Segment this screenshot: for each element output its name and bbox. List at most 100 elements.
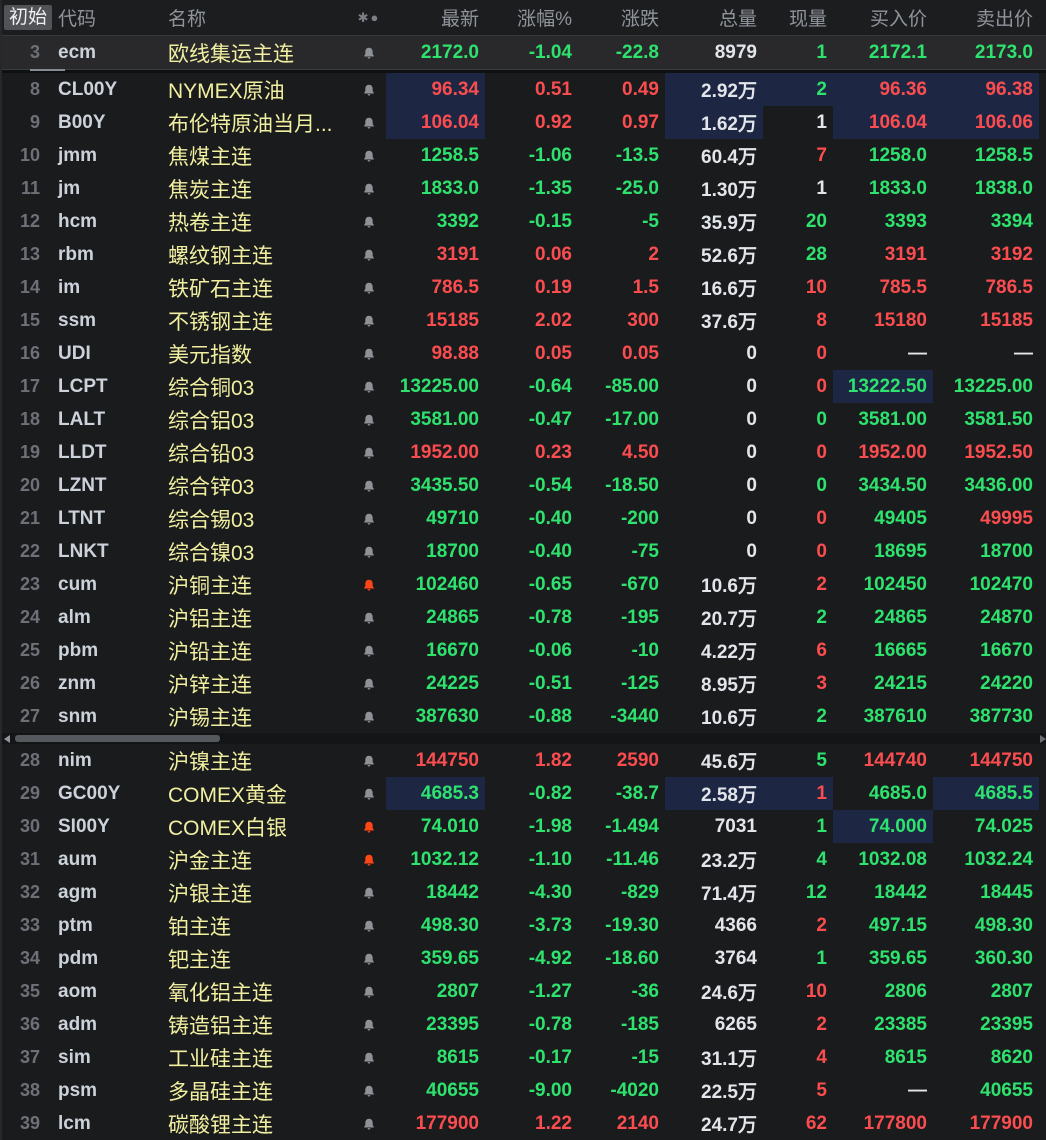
quote-row-pbm[interactable]: 25pbm沪铅主连16670-0.06-104.22万61666516670 — [2, 634, 1046, 667]
quote-row-jm[interactable]: 11jm焦炭主连1833.0-1.35-25.01.30万11833.01838… — [2, 172, 1046, 205]
alert-bell-icon[interactable] — [362, 1051, 376, 1065]
row-number: 32 — [2, 876, 46, 909]
quote-row-LNKT[interactable]: 22LNKT综合镍0318700-0.40-75001869518700 — [2, 535, 1046, 568]
column-header-current-volume[interactable]: 现量 — [763, 4, 833, 31]
ask-price: 24870 — [933, 601, 1039, 634]
quote-row-im[interactable]: 14im铁矿石主连786.50.191.516.6万10785.5786.5 — [2, 271, 1046, 304]
scroll-right-arrow-icon[interactable] — [1040, 735, 1046, 743]
quote-row-pdm[interactable]: 34pdm钯主连359.65-4.92-18.6037641359.65360.… — [2, 942, 1046, 975]
quote-row-ssm[interactable]: 15ssm不锈钢主连151852.0230037.6万81518015185 — [2, 304, 1046, 337]
quote-row-CL00Y[interactable]: 8CL00YNYMEX原油96.340.510.492.92万296.3696.… — [2, 73, 1046, 106]
quote-row-snm[interactable]: 27snm沪锡主连387630-0.88-344010.6万2387610387… — [2, 700, 1046, 733]
alert-bell-icon[interactable] — [362, 512, 376, 526]
alert-bell-icon[interactable] — [362, 83, 376, 97]
alert-bell-icon[interactable] — [362, 545, 376, 559]
alert-bell-icon[interactable] — [362, 215, 376, 229]
row-number: 18 — [2, 403, 46, 436]
quote-row-psm[interactable]: 38psm多晶硅主连40655-9.00-402022.5万5—40655 — [2, 1074, 1046, 1107]
quote-row-adm[interactable]: 36adm铸造铝主连23395-0.78-185626522338523395 — [2, 1008, 1046, 1041]
total-volume: 3764 — [665, 942, 763, 975]
quote-row-LCPT[interactable]: 17LCPT综合铜0313225.00-0.64-85.000013222.50… — [2, 370, 1046, 403]
column-header-code[interactable]: 代码 — [46, 4, 154, 31]
change-value: -11.46 — [578, 843, 665, 876]
quote-row-nim[interactable]: 28nim沪镍主连1447501.82259045.6万514474014475… — [2, 744, 1046, 777]
alert-bell-icon[interactable] — [362, 281, 376, 295]
quote-row-UDI[interactable]: 16UDI美元指数98.880.050.0500—— — [2, 337, 1046, 370]
alert-bell-icon[interactable] — [362, 853, 376, 867]
initial-sort-button[interactable]: 初始 — [4, 5, 52, 30]
change-value: -125 — [578, 667, 665, 700]
ask-price: 3581.50 — [933, 403, 1039, 436]
quote-row-znm[interactable]: 26znm沪锌主连24225-0.51-1258.95万32421524220 — [2, 667, 1046, 700]
alert-bell-icon[interactable] — [362, 677, 376, 691]
alert-bell-icon[interactable] — [362, 116, 376, 130]
quote-row-B00Y[interactable]: 9B00Y布伦特原油当月...106.040.920.971.62万1106.0… — [2, 106, 1046, 139]
last-price: 3581.00 — [386, 403, 485, 436]
alert-bell-icon[interactable] — [362, 754, 376, 768]
moon-icon: ● — [371, 10, 381, 25]
current-volume: 7 — [763, 139, 833, 172]
quote-row-sim[interactable]: 37sim工业硅主连8615-0.17-1531.1万486158620 — [2, 1041, 1046, 1074]
quote-row-cum[interactable]: 23cum沪铜主连102460-0.65-67010.6万21024501024… — [2, 568, 1046, 601]
alert-bell-icon[interactable] — [362, 1018, 376, 1032]
quote-row-SI00Y[interactable]: 30SI00YCOMEX白银74.010-1.98-1.4947031174.0… — [2, 810, 1046, 843]
current-volume: 1 — [763, 106, 833, 139]
quote-row-agm[interactable]: 32agm沪银主连18442-4.30-82971.4万121844218445 — [2, 876, 1046, 909]
column-header-last[interactable]: 最新 — [386, 4, 485, 31]
alert-bell-icon[interactable] — [362, 149, 376, 163]
quote-row-rbm[interactable]: 13rbm螺纹钢主连31910.06252.6万2831913192 — [2, 238, 1046, 271]
horizontal-scrollbar[interactable] — [2, 733, 1046, 744]
alert-bell-icon[interactable] — [362, 985, 376, 999]
alert-bell-icon[interactable] — [362, 578, 376, 592]
column-header-name[interactable]: 名称 — [154, 4, 352, 31]
quote-row-LZNT[interactable]: 20LZNT综合锌033435.50-0.54-18.50003434.5034… — [2, 469, 1046, 502]
alert-bell-icon[interactable] — [362, 1084, 376, 1098]
quote-row-LALT[interactable]: 18LALT综合铝033581.00-0.47-17.00003581.0035… — [2, 403, 1046, 436]
total-volume: 0 — [665, 337, 763, 370]
alert-bell-icon[interactable] — [362, 919, 376, 933]
quote-row-aum[interactable]: 31aum沪金主连1032.12-1.10-11.4623.2万41032.08… — [2, 843, 1046, 876]
alert-bell-icon[interactable] — [362, 479, 376, 493]
column-header-alert[interactable]: ✱● — [352, 10, 386, 26]
quote-row-LLDT[interactable]: 19LLDT综合铅031952.000.234.50001952.001952.… — [2, 436, 1046, 469]
alert-bell-icon[interactable] — [362, 886, 376, 900]
quote-row-jmm[interactable]: 10jmm焦煤主连1258.5-1.06-13.560.4万71258.0125… — [2, 139, 1046, 172]
total-volume: 0 — [665, 403, 763, 436]
alert-bell-icon[interactable] — [362, 248, 376, 262]
quote-row-LTNT[interactable]: 21LTNT综合锡0349710-0.40-200004940549995 — [2, 502, 1046, 535]
alert-bell-icon[interactable] — [362, 952, 376, 966]
alert-bell-icon[interactable] — [362, 380, 376, 394]
column-header-change-pct[interactable]: 涨幅% — [485, 4, 578, 31]
quote-row-alm[interactable]: 24alm沪铝主连24865-0.78-19520.7万22486524870 — [2, 601, 1046, 634]
alert-bell-icon[interactable] — [362, 347, 376, 361]
alert-bell-icon[interactable] — [362, 314, 376, 328]
alert-bell-icon[interactable] — [362, 820, 376, 834]
total-volume: 71.4万 — [665, 876, 763, 909]
column-header-bid[interactable]: 买入价 — [833, 4, 933, 31]
row-number: 14 — [2, 271, 46, 304]
column-header-total-volume[interactable]: 总量 — [665, 4, 763, 31]
alert-bell-icon[interactable] — [362, 46, 376, 60]
column-header-ask[interactable]: 卖出价 — [933, 4, 1039, 31]
alert-bell-icon[interactable] — [362, 644, 376, 658]
alert-bell-icon[interactable] — [362, 413, 376, 427]
alert-bell-icon[interactable] — [362, 611, 376, 625]
quote-row-lcm[interactable]: 39lcm碳酸锂主连1779001.22214024.7万62177800177… — [2, 1107, 1046, 1140]
ask-price: 2807 — [933, 975, 1039, 1008]
quote-row-hcm[interactable]: 12hcm热卷主连3392-0.15-535.9万2033933394 — [2, 205, 1046, 238]
quote-row-ptm[interactable]: 33ptm铂主连498.30-3.73-19.3043662497.15498.… — [2, 909, 1046, 942]
ask-price: 24220 — [933, 667, 1039, 700]
quote-row-aom[interactable]: 35aom氧化铝主连2807-1.27-3624.6万1028062807 — [2, 975, 1046, 1008]
column-header-change[interactable]: 涨跌 — [578, 4, 665, 31]
alert-bell-icon[interactable] — [362, 446, 376, 460]
alert-bell-icon[interactable] — [362, 1117, 376, 1131]
instrument-name: 氧化铝主连 — [154, 975, 352, 1008]
scrollbar-thumb[interactable] — [15, 735, 220, 742]
alert-bell-icon[interactable] — [362, 182, 376, 196]
quote-row-GC00Y[interactable]: 29GC00YCOMEX黄金4685.3-0.82-38.72.58万14685… — [2, 777, 1046, 810]
alert-bell-icon[interactable] — [362, 710, 376, 724]
bid-price: — — [833, 1074, 933, 1107]
scroll-left-arrow-icon[interactable] — [4, 735, 10, 743]
quote-row-ecm[interactable]: 3ecm欧线集运主连2172.0-1.04-22.8897912172.1217… — [2, 36, 1046, 69]
alert-bell-icon[interactable] — [362, 787, 376, 801]
